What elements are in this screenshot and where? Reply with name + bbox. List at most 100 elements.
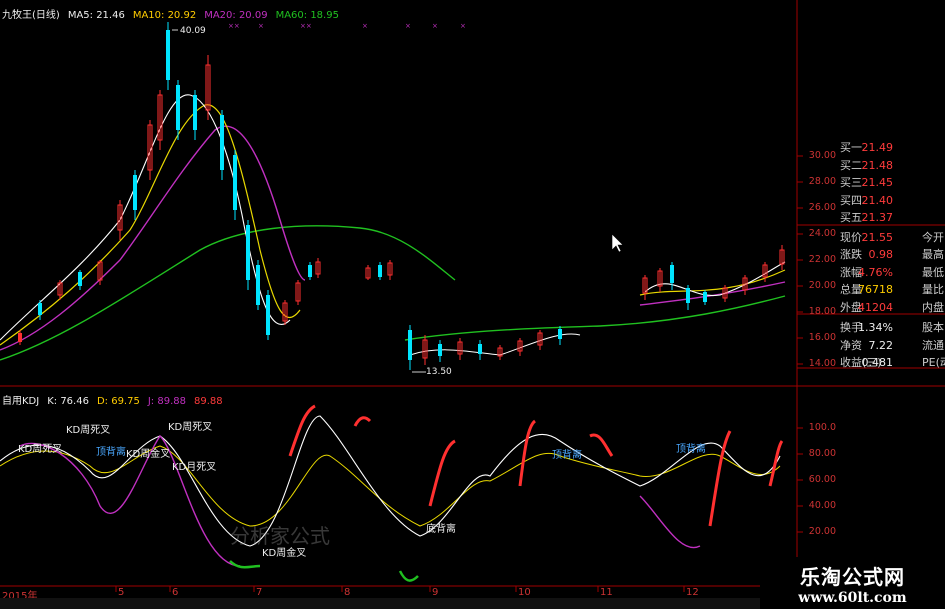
bid2-row: 买二 21.48 (838, 157, 945, 175)
ma20-label: MA20: 20.09 (204, 10, 268, 21)
quote-name: 买四 (840, 193, 862, 207)
svg-text:××: ×× (300, 22, 312, 30)
kdj-j-value: 89.88 (193, 396, 223, 407)
quote-value: 0.481 (861, 356, 894, 369)
signal-label: KD周死叉 (168, 422, 213, 433)
price-axis-tick: 28.00 (808, 176, 836, 187)
quote-name: 买三 (840, 176, 862, 189)
svg-text:×: × (258, 22, 264, 30)
kdj-d-line (0, 445, 781, 527)
time-axis-tick: 5 (118, 587, 125, 598)
change-row: 涨跌 0.98 最高 (838, 246, 945, 264)
quote-ext: 股本 (922, 321, 944, 334)
eps-row: 收益(三)0.481PE(动) (838, 354, 945, 372)
stock-title: 九牧王(日线) (2, 10, 60, 21)
svg-text:×: × (405, 22, 411, 30)
kdj-chart[interactable] (0, 386, 797, 586)
change-pct-row: 涨幅 4.76% 最低 (838, 264, 945, 282)
quote-value: 21.55 (861, 230, 894, 244)
quote-value: 4.76% (858, 265, 893, 279)
kdj-axis-tick: 40.00 (808, 500, 836, 511)
quote-value: 21.40 (861, 193, 894, 207)
kdj-k-line (0, 415, 781, 547)
ma60-label: MA60: 18.95 (275, 10, 339, 21)
brand-title: 乐淘公式网 (800, 565, 905, 589)
kdj-j-line-purple-2 (639, 495, 701, 549)
quote-value: 7.22 (868, 338, 894, 352)
kdj-axis-tick: 20.00 (808, 526, 836, 537)
brand-watermark: 乐淘公式网 www.60lt.com (760, 557, 945, 609)
outer-row: 外盘 41204 内盘 (838, 299, 945, 317)
signal-label: KD周死叉 (66, 425, 111, 436)
price-axis-tick: 30.00 (808, 150, 836, 161)
price-axis-tick: 22.00 (808, 254, 836, 265)
signal-label: 顶背离 (96, 447, 126, 458)
kdj-j-line-green (229, 560, 261, 569)
quote-ext: 最高 (922, 248, 944, 261)
price-axis-tick: 14.00 (808, 358, 836, 369)
ma60-line (0, 225, 456, 361)
quote-name: 净资 (840, 338, 862, 352)
price-row: 现价 21.55 今开 (838, 229, 945, 247)
low-price-label: 13.50 (426, 367, 452, 377)
kdj-j-line-red (288, 404, 316, 457)
watermark-text: 分析家公式 (230, 524, 330, 548)
time-axis-tick: 7 (256, 587, 263, 598)
quote-value: 1.34% (858, 321, 893, 334)
svg-text:×: × (362, 22, 368, 30)
kdj-j-line-red-3 (428, 439, 456, 507)
quote-name: 涨跌 (840, 248, 862, 261)
turnover-row: 换手 1.34% 股本 (838, 319, 945, 337)
time-axis-tick: 12 (686, 587, 699, 598)
kdj-title: 自用KDJ (2, 396, 40, 407)
bid3-row: 买三 21.45 (838, 174, 945, 192)
price-header: 九牧王(日线) MA5: 21.46 MA10: 20.92 MA20: 20.09 M… (2, 6, 347, 21)
price-axis-tick: 20.00 (808, 280, 836, 291)
ma5-line (0, 94, 291, 341)
time-axis-tick: 9 (432, 587, 439, 598)
signal-label: KD月死叉 (172, 462, 217, 473)
quote-name: 买五 (840, 211, 862, 224)
ma5-label: MA5: 21.46 (67, 10, 125, 21)
kdj-axis-tick: 100.0 (808, 422, 836, 433)
kdj-j-line-red-6 (708, 430, 732, 527)
mouse-cursor-icon (611, 233, 624, 253)
quote-value: 21.37 (861, 211, 894, 224)
price-chart[interactable]: ×× × ×× × × × × (0, 0, 797, 386)
bid4-row: 买四 21.40 (838, 192, 945, 210)
high-price-label: 40.09 (180, 26, 206, 36)
quote-value: 76718 (858, 283, 893, 296)
quote-ext: 量比 (922, 283, 944, 296)
quote-ext: 今开 (922, 230, 944, 244)
bottom-tab-bar[interactable] (0, 598, 760, 609)
signal-label: KD周金叉 (126, 449, 171, 460)
ma5-line-2 (409, 333, 581, 356)
volume-row: 总量 76718 量比 (838, 281, 945, 299)
kdj-axis-tick: 80.00 (808, 448, 836, 459)
kdj-axis-tick: 60.00 (808, 474, 836, 485)
signal-label: 顶背离 (676, 444, 706, 455)
price-axis-tick: 26.00 (808, 202, 836, 213)
price-axis-tick: 24.00 (808, 228, 836, 239)
ma60-line-2 (404, 295, 786, 341)
kdj-k-label: K: 76.46 (47, 396, 89, 407)
price-axis-tick: 16.00 (808, 332, 836, 343)
kdj-j-label: J: 89.88 (147, 396, 186, 407)
time-axis-tick: 10 (518, 587, 531, 598)
svg-text:×: × (432, 22, 438, 30)
quote-value: 21.49 (861, 141, 894, 154)
kdj-j-line-red-2 (353, 416, 372, 427)
quote-name: 买一 (840, 141, 862, 154)
quote-ext: 内盘 (922, 300, 944, 314)
quote-ext: 最低 (922, 265, 944, 279)
signal-label: 底背离 (426, 524, 456, 535)
quote-value: 21.48 (861, 158, 894, 172)
kdj-j-line-green-2 (398, 570, 419, 582)
quote-ext: 流通 (922, 338, 944, 352)
quote-value: 21.45 (861, 176, 894, 189)
quote-name: 现价 (840, 230, 862, 244)
ma10-label: MA10: 20.92 (132, 10, 197, 21)
quote-ext: PE(动) (922, 356, 945, 369)
time-axis-tick: 11 (600, 587, 613, 598)
svg-text:×: × (460, 22, 466, 30)
